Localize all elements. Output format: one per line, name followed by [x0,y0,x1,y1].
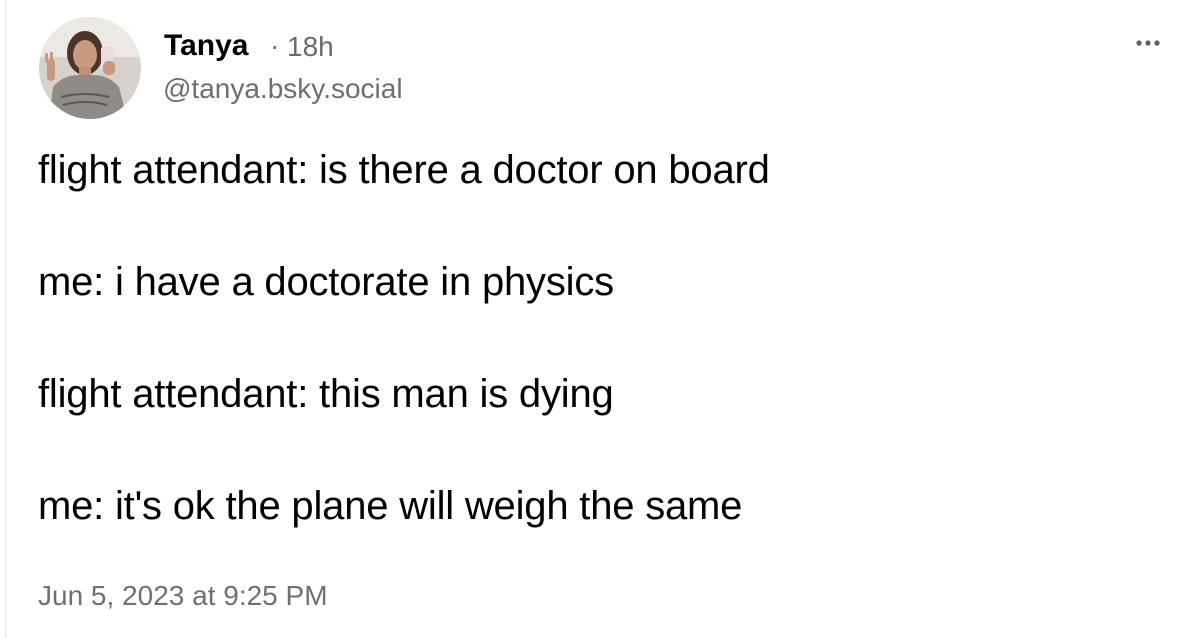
relative-timestamp[interactable]: 18h [287,29,334,65]
post-text-line: flight attendant: this man is dying [38,372,614,416]
meta-separator: · [270,30,280,61]
post-card: Tanya · 18h @tanya.bsky.social flight at… [0,0,1202,638]
post-text-line: flight attendant: is there a doctor on b… [38,148,770,192]
more-horizontal-icon [1136,40,1160,46]
thread-border [5,0,6,638]
avatar[interactable] [39,17,141,119]
post-text-line: me: i have a doctorate in physics [38,260,614,304]
post-date: Jun 5, 2023 at 9:25 PM [38,580,328,611]
more-options-button[interactable] [1128,28,1168,58]
author-display-name[interactable]: Tanya [164,28,248,64]
avatar-photo [39,17,141,119]
author-handle[interactable]: @tanya.bsky.social [163,71,403,107]
post-text-line: me: it's ok the plane will weigh the sam… [38,484,743,528]
